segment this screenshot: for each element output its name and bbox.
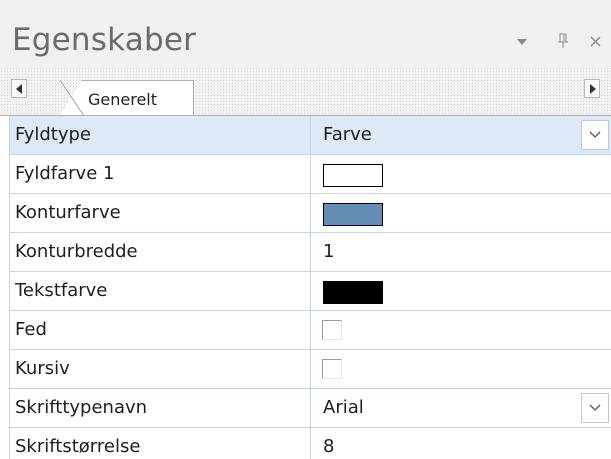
property-name: Tekstfarve [15, 280, 108, 301]
property-grid: Fyldtype Farve Fyldfarve 1 Konturfarve K… [0, 116, 611, 459]
property-value[interactable]: Arial [323, 397, 364, 418]
panel-options-dropdown-icon[interactable] [509, 28, 535, 54]
property-value[interactable]: 8 [323, 436, 334, 457]
column-divider [310, 272, 311, 311]
property-name: Kursiv [15, 358, 70, 379]
column-divider [310, 233, 311, 272]
property-name: Konturbredde [15, 241, 138, 262]
pin-icon[interactable] [550, 28, 576, 54]
property-name: Skriftstørrelse [15, 436, 141, 457]
color-swatch[interactable] [323, 203, 383, 226]
property-name: Fyldfarve 1 [15, 163, 115, 184]
column-divider [310, 116, 311, 155]
dropdown-button[interactable] [581, 120, 609, 150]
panel-title: Egenskaber [12, 22, 197, 58]
close-icon[interactable] [583, 28, 609, 54]
property-row-konturfarve[interactable]: Konturfarve [10, 194, 611, 233]
column-divider [310, 350, 311, 389]
column-divider [310, 194, 311, 233]
chevron-down-icon [589, 131, 601, 138]
tab-scroll-left-button[interactable] [11, 79, 27, 98]
property-name: Fyldtype [15, 124, 91, 145]
property-row-fyldtype[interactable]: Fyldtype Farve [10, 116, 611, 155]
property-row-skrifttypenavn[interactable]: Skrifttypenavn Arial [10, 389, 611, 428]
property-row-kursiv[interactable]: Kursiv [10, 350, 611, 389]
property-value[interactable]: 1 [323, 241, 334, 262]
dropdown-button[interactable] [581, 393, 609, 423]
bold-checkbox[interactable] [322, 320, 342, 340]
column-divider [310, 155, 311, 194]
chevron-down-icon [589, 404, 601, 411]
property-value[interactable]: Farve [323, 124, 372, 145]
property-name: Konturfarve [15, 202, 121, 223]
property-name: Skrifttypenavn [15, 397, 148, 418]
property-row-tekstfarve[interactable]: Tekstfarve [10, 272, 611, 311]
color-swatch[interactable] [323, 164, 383, 187]
property-row-skriftstorrelse[interactable]: Skriftstørrelse 8 [10, 428, 611, 459]
tab-strip: Generelt [0, 67, 611, 116]
column-divider [310, 311, 311, 350]
property-name: Fed [15, 319, 47, 340]
column-divider [310, 389, 311, 428]
italic-checkbox[interactable] [322, 359, 342, 379]
tab-generelt-label: Generelt [88, 90, 158, 109]
property-row-konturbredde[interactable]: Konturbredde 1 [10, 233, 611, 272]
tab-scroll-right-button[interactable] [584, 79, 600, 98]
property-row-fyldfarve-1[interactable]: Fyldfarve 1 [10, 155, 611, 194]
column-divider [310, 428, 311, 459]
property-row-fed[interactable]: Fed [10, 311, 611, 350]
color-swatch[interactable] [323, 281, 383, 304]
